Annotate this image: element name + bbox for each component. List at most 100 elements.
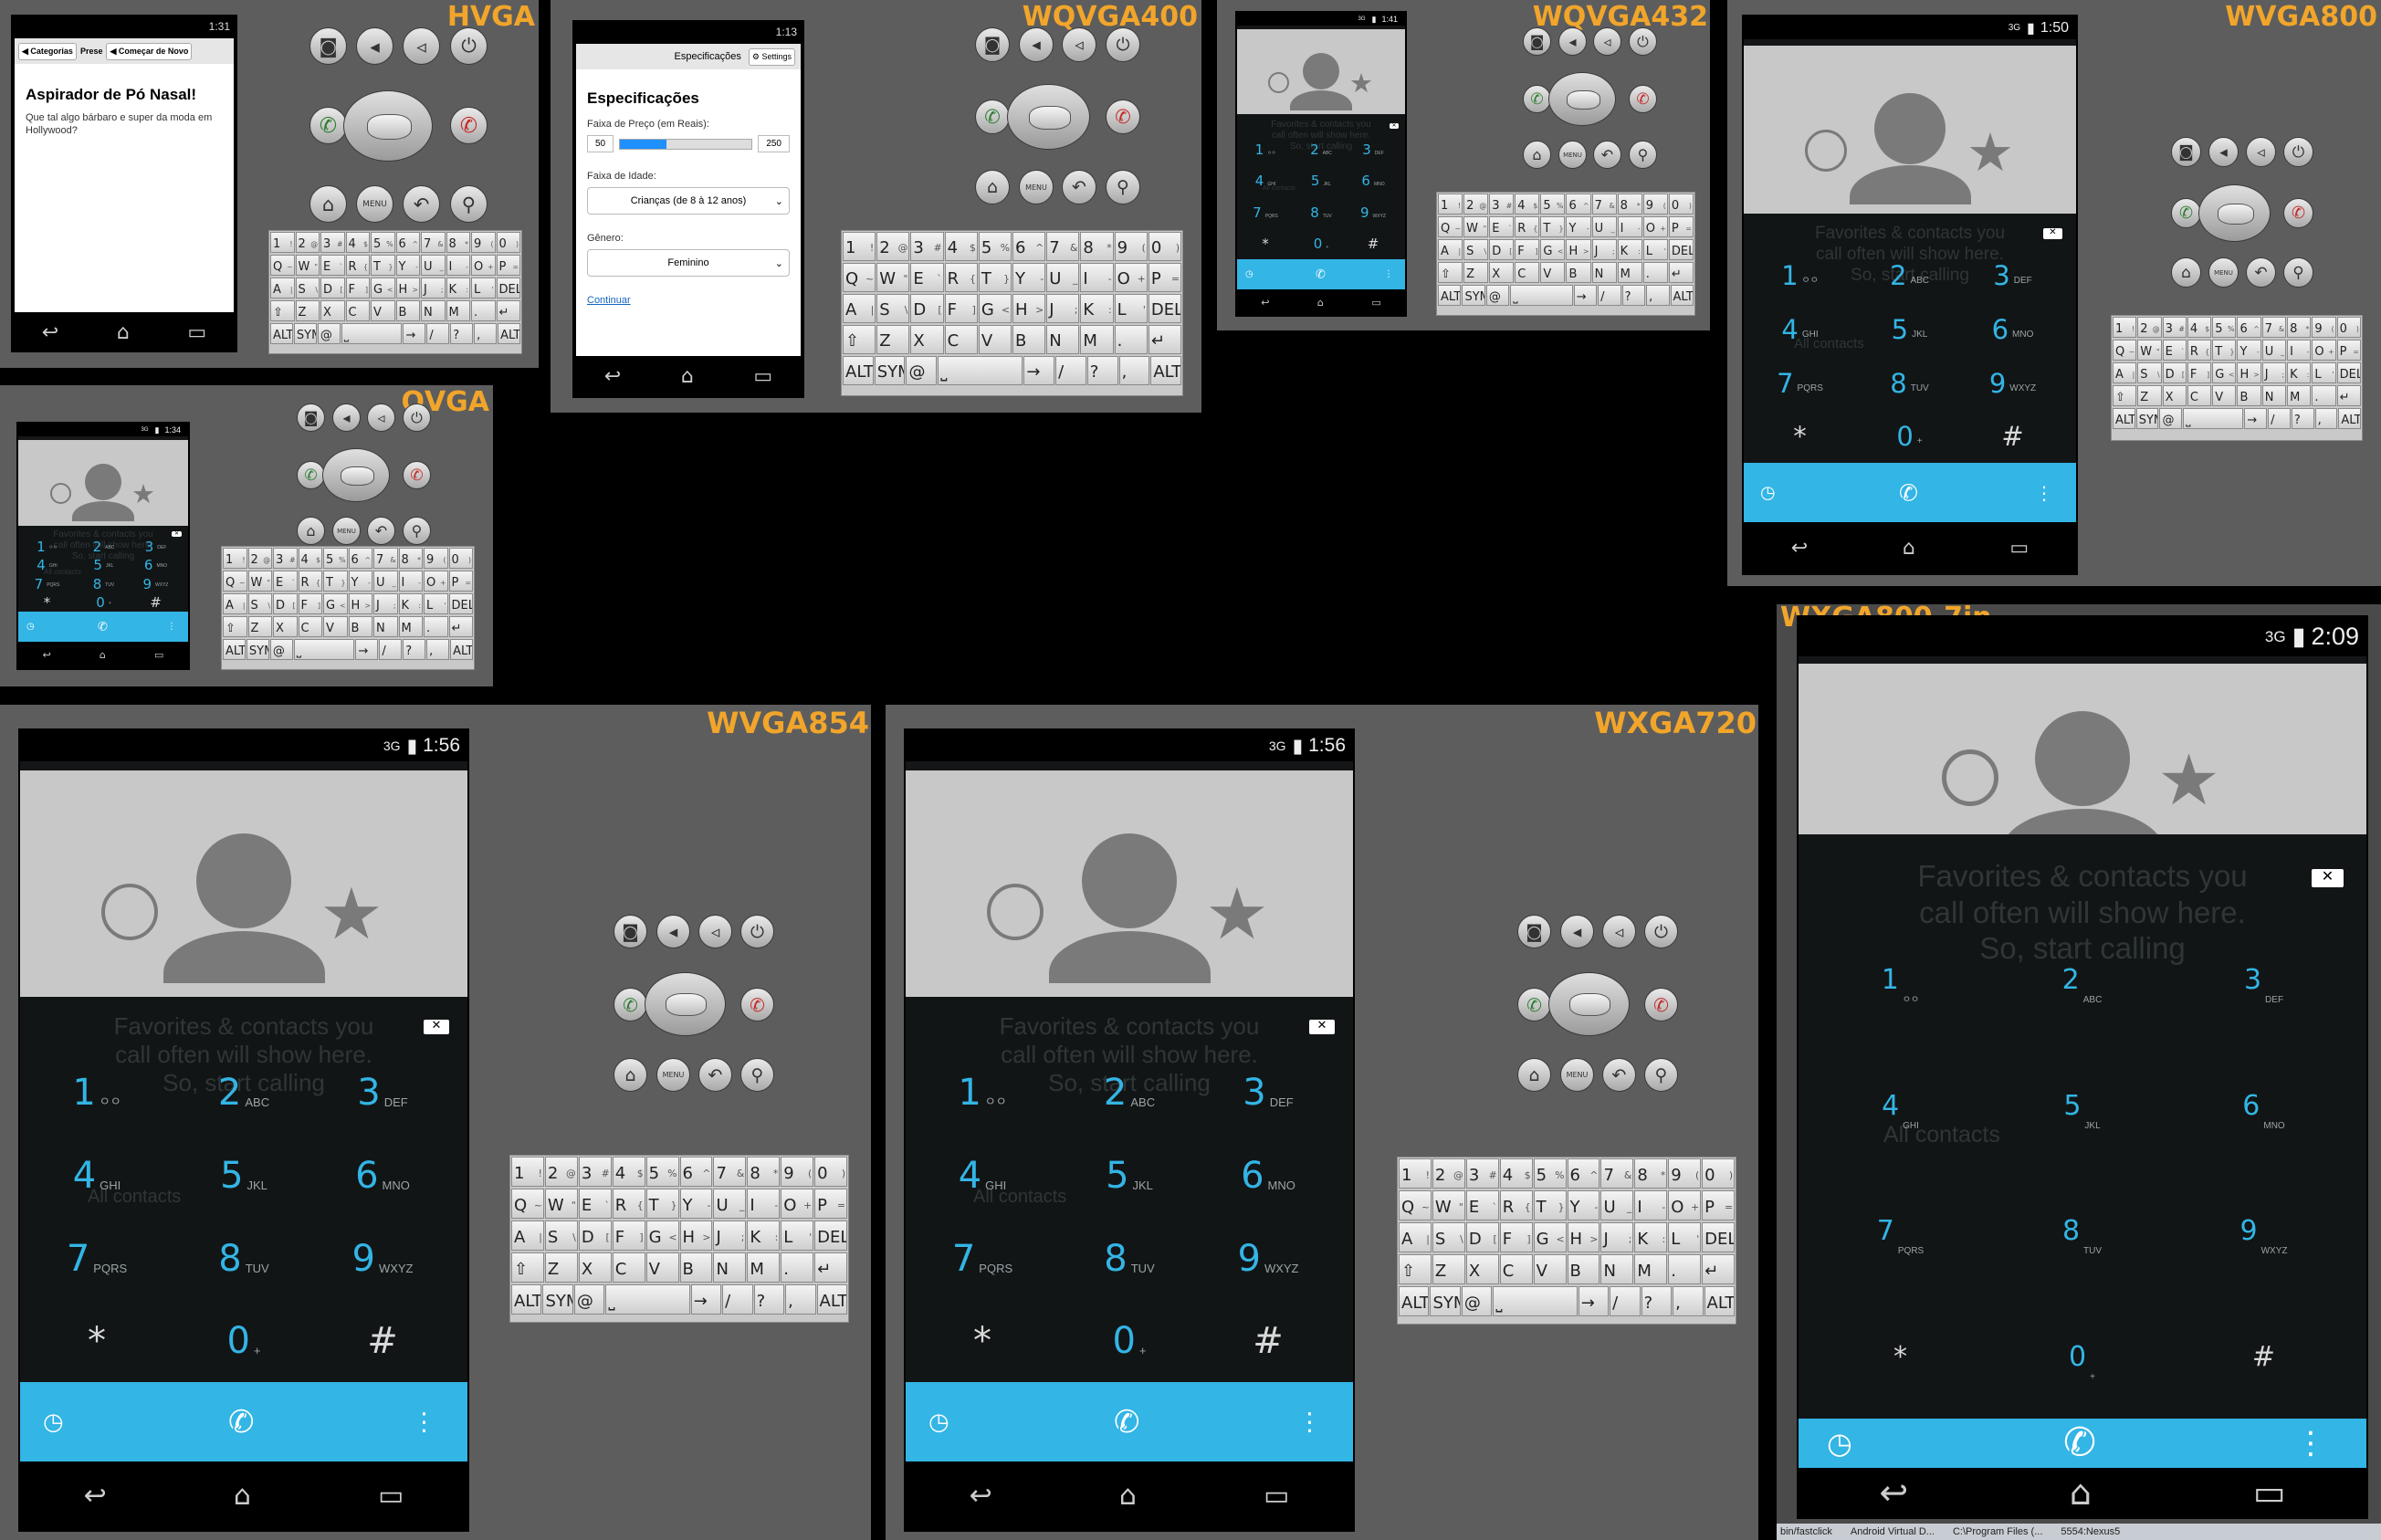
key[interactable]: S \ bbox=[1463, 239, 1489, 260]
price-min[interactable]: 50 bbox=[587, 135, 614, 152]
key[interactable]: ⇧ bbox=[1438, 262, 1463, 283]
key[interactable]: B bbox=[1567, 1254, 1600, 1284]
phone-icon[interactable]: ✆ bbox=[98, 621, 108, 633]
dpad[interactable] bbox=[343, 90, 433, 162]
key[interactable]: R{ bbox=[1499, 1190, 1533, 1220]
camera-icon[interactable]: ◙ bbox=[297, 403, 325, 432]
key[interactable]: ↵ bbox=[2336, 385, 2361, 406]
key[interactable]: 6 ^ bbox=[348, 548, 372, 569]
key[interactable]: 8 * bbox=[747, 1157, 781, 1187]
key[interactable]: E ` bbox=[2162, 340, 2187, 361]
key[interactable]: DEL bbox=[1148, 294, 1182, 323]
key[interactable]: X bbox=[910, 325, 944, 354]
key[interactable]: N bbox=[373, 616, 398, 637]
key[interactable]: Q ~ bbox=[1399, 1190, 1432, 1220]
dial-key-8[interactable]: 8 TUV bbox=[1075, 1217, 1183, 1300]
key[interactable]: X bbox=[273, 616, 298, 637]
key[interactable]: S \ bbox=[544, 1220, 578, 1251]
key[interactable]: Z bbox=[544, 1252, 578, 1283]
key[interactable]: ALT bbox=[1670, 285, 1694, 306]
dial-key-4[interactable]: 4 GHI bbox=[1760, 302, 1840, 356]
key[interactable]: SYM bbox=[293, 323, 317, 344]
key[interactable]: T} bbox=[1540, 216, 1566, 237]
key[interactable]: M bbox=[2287, 385, 2312, 406]
dial-key-9[interactable]: 9 WXYZ bbox=[1214, 1217, 1322, 1300]
key[interactable]: I- bbox=[446, 255, 470, 276]
power-icon[interactable]: ⏻ bbox=[450, 27, 488, 65]
key[interactable]: 9( bbox=[424, 548, 448, 569]
volume-down-icon[interactable]: ◂ bbox=[1560, 915, 1594, 948]
key[interactable]: , bbox=[2314, 408, 2338, 429]
key[interactable]: 1! bbox=[270, 232, 295, 253]
key[interactable]: G < bbox=[978, 294, 1012, 323]
volume-up-icon[interactable]: ◃ bbox=[698, 915, 732, 948]
key[interactable]: @ bbox=[269, 639, 293, 660]
key[interactable]: ALT bbox=[816, 1284, 847, 1315]
key[interactable]: 1! bbox=[843, 232, 876, 261]
phone-icon[interactable]: ✆ bbox=[1114, 1407, 1140, 1438]
key[interactable]: A | bbox=[1399, 1222, 1432, 1252]
dpad[interactable] bbox=[322, 448, 390, 502]
key[interactable]: Q ~ bbox=[1438, 216, 1463, 237]
key[interactable]: K: bbox=[1080, 294, 1114, 323]
key[interactable]: K: bbox=[446, 278, 470, 299]
key[interactable]: L ' bbox=[1642, 239, 1668, 260]
key[interactable]: SYM bbox=[246, 639, 269, 660]
dial-key-0[interactable]: 0 + bbox=[190, 1299, 298, 1382]
key[interactable]: @ bbox=[2159, 408, 2183, 429]
key[interactable]: 6 ^ bbox=[2237, 317, 2261, 338]
dial-key-7[interactable]: 7 PQRS bbox=[1760, 356, 1840, 410]
key[interactable]: ⎵ bbox=[1493, 1286, 1578, 1316]
key[interactable]: 7 & bbox=[1046, 232, 1080, 261]
key[interactable]: 5% bbox=[645, 1157, 679, 1187]
key[interactable]: C bbox=[345, 300, 370, 321]
home-icon[interactable]: ⌂ bbox=[2171, 257, 2201, 288]
home-icon[interactable]: ⌂ bbox=[2070, 1472, 2092, 1513]
key[interactable]: F] bbox=[944, 294, 978, 323]
key[interactable]: 4 $ bbox=[2187, 317, 2212, 338]
key[interactable]: E ` bbox=[1465, 1190, 1499, 1220]
home-icon[interactable]: ⌂ bbox=[1517, 1058, 1551, 1092]
key[interactable]: SYM bbox=[2135, 408, 2159, 429]
key[interactable]: , bbox=[1646, 285, 1670, 306]
key[interactable]: A | bbox=[223, 593, 247, 614]
back-icon[interactable]: ↶ bbox=[367, 517, 395, 545]
key[interactable]: S \ bbox=[295, 278, 320, 299]
key[interactable]: K: bbox=[1634, 1222, 1668, 1252]
key[interactable]: M bbox=[1080, 325, 1114, 354]
dial-key-star[interactable]: * bbox=[43, 1299, 151, 1382]
key[interactable]: V bbox=[323, 616, 348, 637]
key[interactable]: K: bbox=[2287, 362, 2312, 383]
key[interactable]: J; bbox=[373, 593, 398, 614]
dial-key-2[interactable]: 2 ABC bbox=[2014, 917, 2150, 1042]
key[interactable]: U _ bbox=[1591, 216, 1617, 237]
key[interactable]: Z bbox=[1432, 1254, 1465, 1284]
key[interactable]: R{ bbox=[1515, 216, 1540, 237]
key[interactable]: N bbox=[2261, 385, 2287, 406]
home-icon[interactable]: ⌂ bbox=[1523, 141, 1551, 169]
key[interactable]: T} bbox=[645, 1189, 679, 1219]
key[interactable]: ? bbox=[753, 1284, 785, 1315]
recents-icon[interactable]: ▭ bbox=[154, 649, 163, 661]
key[interactable]: Y- bbox=[395, 255, 420, 276]
key[interactable]: 1! bbox=[511, 1157, 544, 1187]
key[interactable]: 0) bbox=[448, 548, 473, 569]
key[interactable]: DEL bbox=[2336, 362, 2361, 383]
key[interactable]: 4 $ bbox=[345, 232, 370, 253]
key[interactable]: K: bbox=[398, 593, 423, 614]
call-button[interactable]: ✆ bbox=[2171, 198, 2201, 228]
key[interactable]: 3 # bbox=[910, 232, 944, 261]
key[interactable]: → bbox=[1573, 285, 1598, 306]
key[interactable]: @ bbox=[573, 1284, 605, 1315]
backspace-icon[interactable]: ✕ bbox=[1390, 123, 1399, 129]
key[interactable]: N bbox=[1600, 1254, 1634, 1284]
key[interactable]: J; bbox=[1046, 294, 1080, 323]
key[interactable]: F] bbox=[345, 278, 370, 299]
key[interactable]: C bbox=[1515, 262, 1540, 283]
key[interactable]: N bbox=[421, 300, 446, 321]
key[interactable]: . bbox=[471, 300, 496, 321]
dpad-center[interactable] bbox=[2218, 204, 2254, 225]
key[interactable]: 7 & bbox=[2261, 317, 2287, 338]
dial-key-3[interactable]: 3 DEF bbox=[1973, 248, 2052, 302]
camera-icon[interactable]: ◙ bbox=[614, 915, 647, 948]
